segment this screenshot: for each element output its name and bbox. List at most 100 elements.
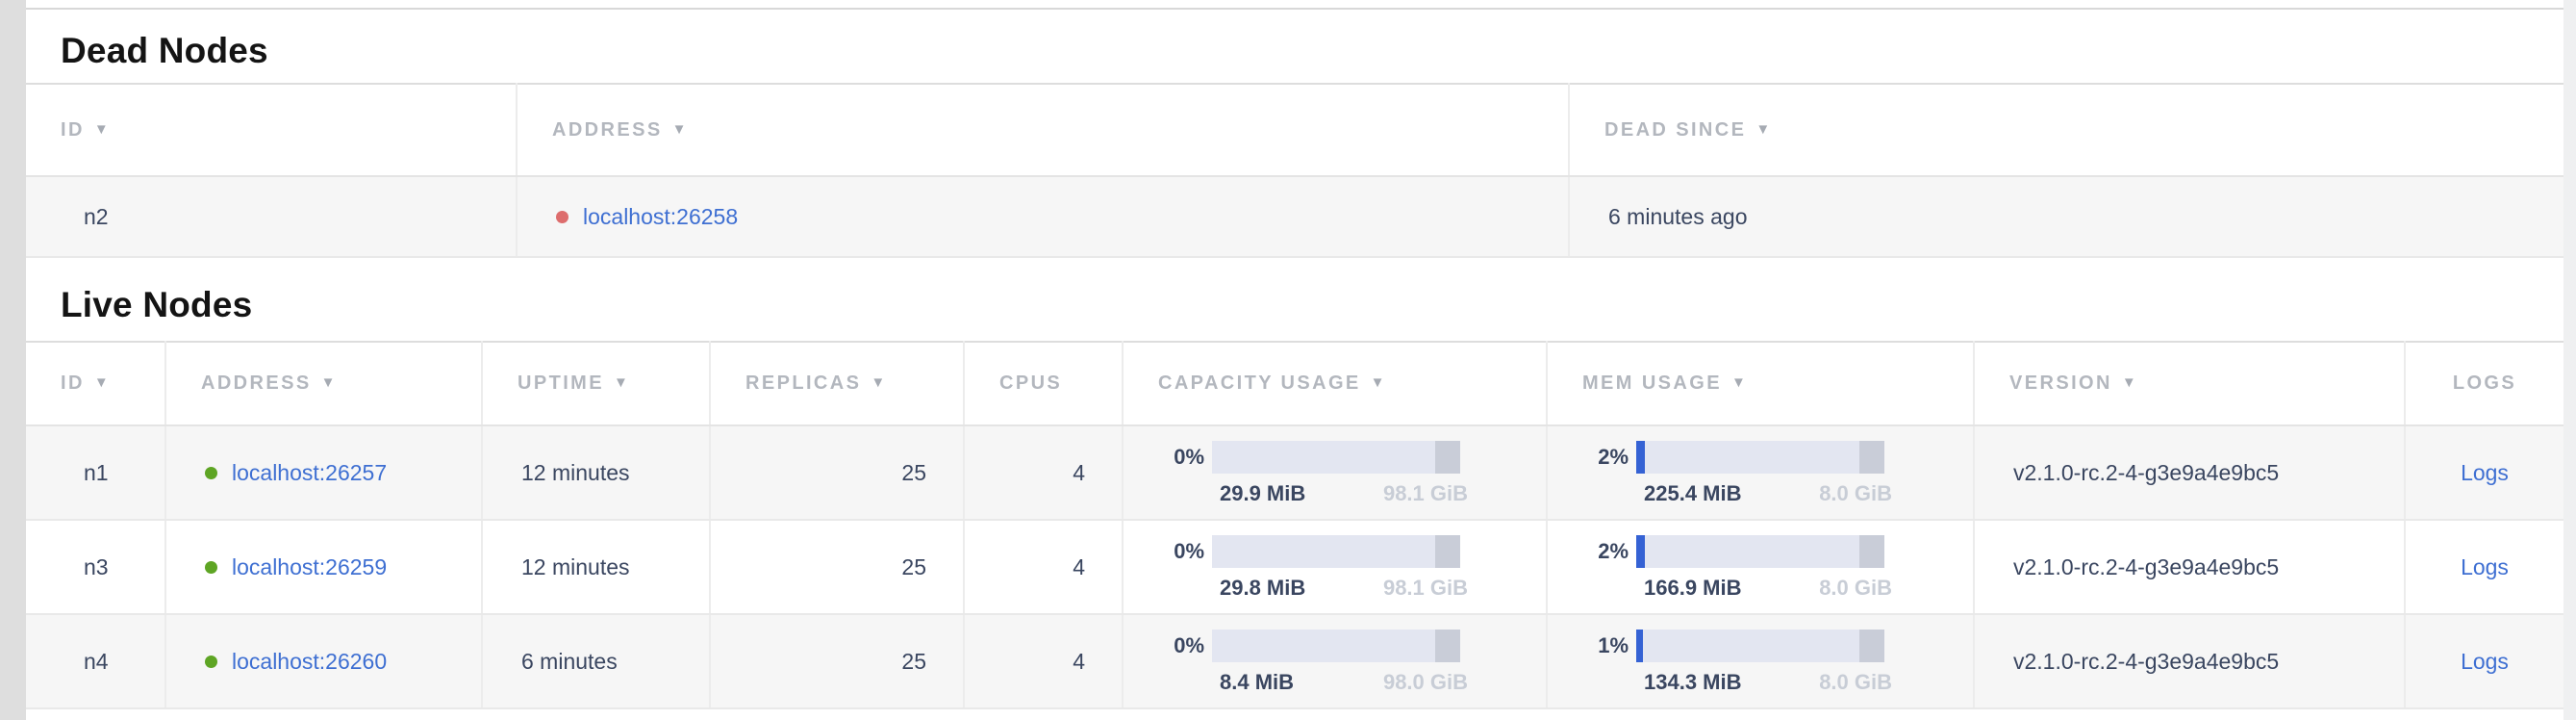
column-header-version[interactable]: VERSION▼ [1974, 342, 2405, 425]
memory-usage-bar [1636, 535, 1884, 568]
capacity-usage-widget: 0% 8.4 MiB 98.0 GiB [1143, 629, 1518, 695]
capacity-used-value: 8.4 MiB [1220, 670, 1294, 695]
column-header-label: ID [61, 119, 85, 141]
live-node-row: n1localhost:2625712 minutes2540%29.9 MiB… [26, 425, 2563, 520]
column-header-replicas[interactable]: REPLICAS▼ [710, 342, 964, 425]
capacity-usage-bar [1212, 441, 1460, 474]
node-id-cell: n3 [26, 520, 165, 614]
logs-cell: Logs [2405, 614, 2563, 708]
logs-link[interactable]: Logs [2461, 460, 2509, 485]
page-right-gutter [2563, 0, 2576, 720]
column-header-label: ADDRESS [552, 119, 663, 141]
capacity-usage-bar [1212, 630, 1460, 662]
capacity-used-value: 29.8 MiB [1220, 576, 1305, 601]
memory-usage-widget: 1%134.3 MiB8.0 GiB [1567, 629, 1942, 695]
column-header-address[interactable]: ADDRESS ▼ [517, 84, 1569, 176]
live-nodes-section: Live Nodes ID▼ADDRESS▼UPTIME▼REPLICAS▼CP… [26, 258, 2563, 709]
column-header-uptime[interactable]: UPTIME ▼ [482, 342, 710, 425]
node-address-cell: localhost:26259 [165, 520, 482, 614]
sort-desc-icon: ▼ [94, 121, 111, 138]
live-nodes-header-row: ID▼ADDRESS▼UPTIME▼REPLICAS▼CPUSCAPACITY … [26, 342, 2563, 425]
column-header-id[interactable]: ID ▼ [26, 84, 517, 176]
capacity-usage-bar-endcap [1435, 535, 1460, 568]
logs-link[interactable]: Logs [2461, 554, 2509, 579]
sort-desc-icon: ▼ [871, 374, 887, 391]
memory-usage-percent: 1% [1567, 633, 1636, 658]
live-nodes-table: ID▼ADDRESS▼UPTIME▼REPLICAS▼CPUSCAPACITY … [26, 341, 2563, 709]
memory-usage-bar [1636, 630, 1884, 662]
column-header-label: CPUS [999, 373, 1062, 394]
logs-cell: Logs [2405, 425, 2563, 520]
memory-total-value: 8.0 GiB [1819, 576, 1892, 601]
uptime-cell: 12 minutes [482, 425, 710, 520]
capacity-usage-bar-row: 0% [1143, 440, 1518, 475]
capacity-usage-bar-endcap [1435, 441, 1460, 474]
node-address-link[interactable]: localhost:26258 [583, 204, 738, 229]
replicas-cell: 25 [710, 425, 964, 520]
column-header-label: UPTIME [518, 373, 604, 394]
uptime-cell: 6 minutes [482, 614, 710, 708]
dead-since-cell: 6 minutes ago [1569, 176, 2563, 257]
capacity-usage-percent: 0% [1143, 539, 1212, 564]
mem-usage-cell: 1%134.3 MiB8.0 GiB [1547, 614, 1974, 708]
cpus-cell: 4 [964, 614, 1123, 708]
node-address-link[interactable]: localhost:26257 [232, 460, 387, 485]
sort-desc-icon: ▼ [2122, 374, 2138, 391]
sort-desc-icon: ▼ [94, 374, 111, 391]
memory-usage-bar-row: 2% [1567, 440, 1942, 475]
capacity-usage-percent: 0% [1143, 633, 1212, 658]
memory-usage-bar-row: 1% [1567, 629, 1942, 663]
capacity-usage-widget: 0%29.8 MiB98.1 GiB [1143, 534, 1518, 601]
capacity-total-value: 98.1 GiB [1383, 481, 1468, 506]
node-id-cell: n1 [26, 425, 165, 520]
live-nodes-title: Live Nodes [26, 258, 2563, 341]
logs-link[interactable]: Logs [2461, 649, 2509, 674]
mem-usage-cell: 2% 166.9 MiB 8.0 GiB [1547, 520, 1974, 614]
version-cell: v2.1.0-rc.2-4-g3e9a4e9bc5 [1974, 520, 2405, 614]
page-left-gutter [0, 0, 26, 720]
memory-usage-bar-fill [1636, 630, 1643, 662]
capacity-usage-values: 8.4 MiB 98.0 GiB [1220, 670, 1468, 695]
sort-desc-icon: ▼ [672, 121, 689, 138]
column-header-capacity-usage[interactable]: CAPACITY USAGE▼ [1123, 342, 1547, 425]
node-address-link[interactable]: localhost:26259 [232, 554, 387, 579]
column-header-dead-since[interactable]: DEAD SINCE▼ [1569, 84, 2563, 176]
node-address-link[interactable]: localhost:26260 [232, 649, 387, 674]
capacity-usage-values: 29.9 MiB 98.1 GiB [1220, 481, 1468, 506]
dead-status-dot [556, 211, 568, 223]
sort-desc-icon: ▼ [1731, 374, 1748, 391]
dead-nodes-section: Dead Nodes ID▼ADDRESS▼DEAD SINCE▼ n2loca… [26, 10, 2563, 258]
memory-used-value: 166.9 MiB [1644, 576, 1742, 601]
memory-usage-values: 225.4 MiB8.0 GiB [1644, 481, 1892, 506]
sort-desc-icon: ▼ [1371, 374, 1387, 391]
mem-usage-cell: 2% 225.4 MiB8.0 GiB [1547, 425, 1974, 520]
memory-total-value: 8.0 GiB [1819, 481, 1892, 506]
memory-usage-bar-fill [1636, 535, 1645, 568]
node-id-cell: n4 [26, 614, 165, 708]
capacity-usage-cell: 0%29.8 MiB98.1 GiB [1123, 520, 1547, 614]
capacity-total-value: 98.0 GiB [1383, 670, 1468, 695]
memory-usage-widget: 2% 166.9 MiB 8.0 GiB [1567, 534, 1942, 601]
column-header-logs: LOGS [2405, 342, 2563, 425]
column-header-mem-usage[interactable]: MEM USAGE ▼ [1547, 342, 1974, 425]
capacity-used-value: 29.9 MiB [1220, 481, 1305, 506]
column-header-label: ADDRESS [201, 373, 312, 394]
replicas-cell: 25 [710, 520, 964, 614]
node-address-cell: localhost:26260 [165, 614, 482, 708]
replicas-cell: 25 [710, 614, 964, 708]
column-header-label: MEM USAGE [1582, 373, 1722, 394]
dead-node-row: n2localhost:262586 minutes ago [26, 176, 2563, 257]
capacity-usage-bar [1212, 535, 1460, 568]
capacity-usage-widget: 0% 29.9 MiB 98.1 GiB [1143, 440, 1518, 506]
memory-usage-bar-endcap [1859, 535, 1884, 568]
column-header-id[interactable]: ID▼ [26, 342, 165, 425]
uptime-cell: 12 minutes [482, 520, 710, 614]
column-header-address[interactable]: ADDRESS ▼ [165, 342, 482, 425]
memory-usage-bar-row: 2% [1567, 534, 1942, 569]
column-header-label: LOGS [2453, 373, 2516, 394]
sort-desc-icon: ▼ [614, 374, 630, 391]
capacity-usage-bar-row: 0% [1143, 534, 1518, 569]
memory-usage-widget: 2% 225.4 MiB8.0 GiB [1567, 440, 1942, 506]
dead-nodes-header-row: ID ▼ ADDRESS ▼ DEAD SINCE▼ [26, 84, 2563, 176]
sort-desc-icon: ▼ [321, 374, 338, 391]
